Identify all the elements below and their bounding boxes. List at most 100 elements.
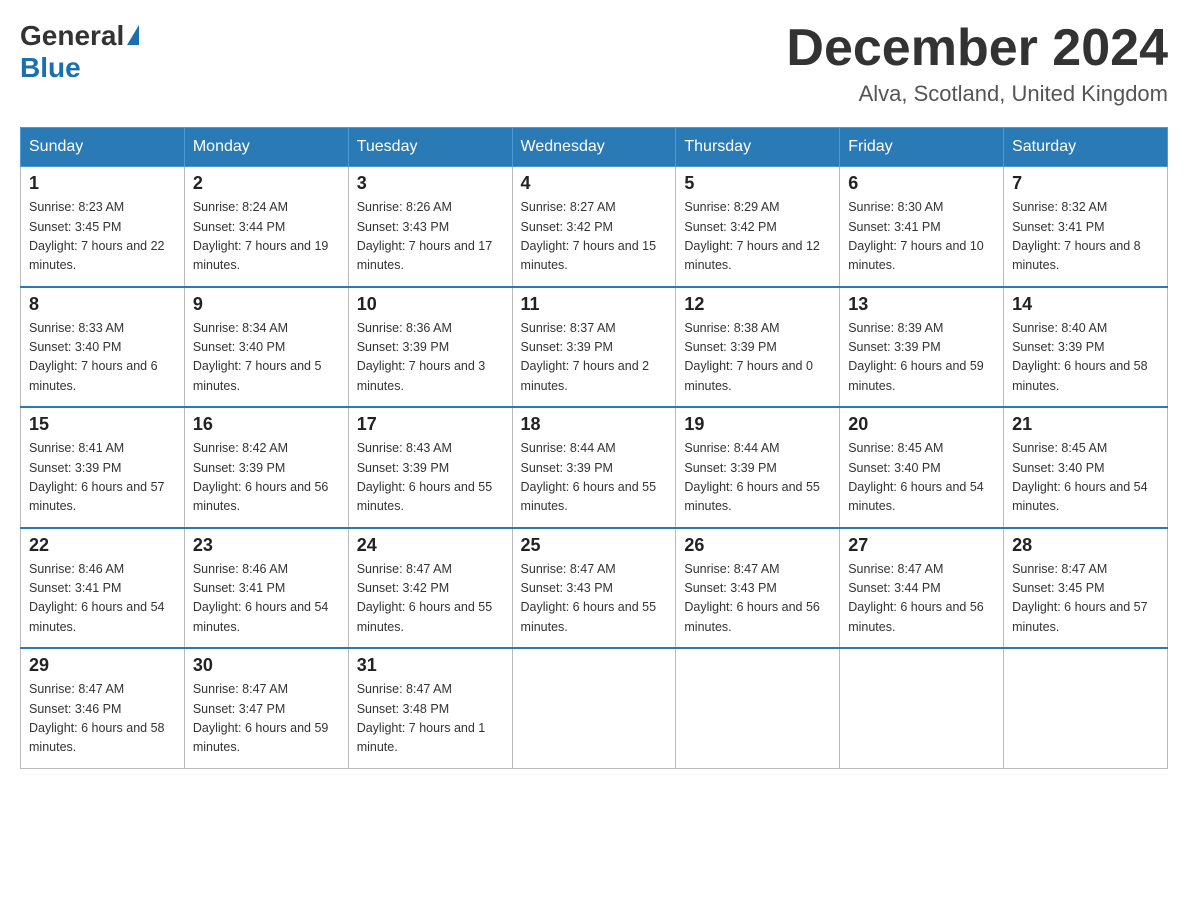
calendar-cell (1004, 648, 1168, 768)
day-info: Sunrise: 8:47 AMSunset: 3:44 PMDaylight:… (848, 562, 984, 634)
calendar-cell: 16 Sunrise: 8:42 AMSunset: 3:39 PMDaylig… (184, 407, 348, 528)
logo-blue-text: Blue (20, 52, 81, 84)
day-number: 29 (29, 655, 176, 676)
weekday-header-tuesday: Tuesday (348, 128, 512, 167)
calendar-cell: 18 Sunrise: 8:44 AMSunset: 3:39 PMDaylig… (512, 407, 676, 528)
calendar-table: SundayMondayTuesdayWednesdayThursdayFrid… (20, 127, 1168, 769)
day-number: 7 (1012, 173, 1159, 194)
calendar-cell (840, 648, 1004, 768)
title-area: December 2024 Alva, Scotland, United Kin… (786, 20, 1168, 107)
calendar-cell: 27 Sunrise: 8:47 AMSunset: 3:44 PMDaylig… (840, 528, 1004, 649)
location-title: Alva, Scotland, United Kingdom (786, 81, 1168, 107)
calendar-cell: 29 Sunrise: 8:47 AMSunset: 3:46 PMDaylig… (21, 648, 185, 768)
calendar-cell: 17 Sunrise: 8:43 AMSunset: 3:39 PMDaylig… (348, 407, 512, 528)
day-info: Sunrise: 8:40 AMSunset: 3:39 PMDaylight:… (1012, 321, 1148, 393)
day-info: Sunrise: 8:47 AMSunset: 3:47 PMDaylight:… (193, 682, 329, 754)
calendar-cell: 9 Sunrise: 8:34 AMSunset: 3:40 PMDayligh… (184, 287, 348, 408)
day-number: 30 (193, 655, 340, 676)
calendar-cell: 5 Sunrise: 8:29 AMSunset: 3:42 PMDayligh… (676, 167, 840, 287)
logo: General Blue (20, 20, 139, 84)
calendar-cell: 13 Sunrise: 8:39 AMSunset: 3:39 PMDaylig… (840, 287, 1004, 408)
calendar-week-row: 1 Sunrise: 8:23 AMSunset: 3:45 PMDayligh… (21, 167, 1168, 287)
calendar-week-row: 22 Sunrise: 8:46 AMSunset: 3:41 PMDaylig… (21, 528, 1168, 649)
calendar-cell: 24 Sunrise: 8:47 AMSunset: 3:42 PMDaylig… (348, 528, 512, 649)
day-number: 16 (193, 414, 340, 435)
day-info: Sunrise: 8:24 AMSunset: 3:44 PMDaylight:… (193, 200, 329, 272)
calendar-cell (676, 648, 840, 768)
weekday-header-sunday: Sunday (21, 128, 185, 167)
day-number: 26 (684, 535, 831, 556)
day-info: Sunrise: 8:27 AMSunset: 3:42 PMDaylight:… (521, 200, 657, 272)
weekday-header-friday: Friday (840, 128, 1004, 167)
day-info: Sunrise: 8:47 AMSunset: 3:43 PMDaylight:… (684, 562, 820, 634)
day-number: 10 (357, 294, 504, 315)
day-info: Sunrise: 8:33 AMSunset: 3:40 PMDaylight:… (29, 321, 158, 393)
day-number: 31 (357, 655, 504, 676)
day-info: Sunrise: 8:47 AMSunset: 3:46 PMDaylight:… (29, 682, 165, 754)
weekday-header-row: SundayMondayTuesdayWednesdayThursdayFrid… (21, 128, 1168, 167)
day-number: 20 (848, 414, 995, 435)
day-number: 24 (357, 535, 504, 556)
day-number: 17 (357, 414, 504, 435)
weekday-header-thursday: Thursday (676, 128, 840, 167)
calendar-cell: 28 Sunrise: 8:47 AMSunset: 3:45 PMDaylig… (1004, 528, 1168, 649)
day-number: 21 (1012, 414, 1159, 435)
day-number: 9 (193, 294, 340, 315)
day-info: Sunrise: 8:32 AMSunset: 3:41 PMDaylight:… (1012, 200, 1141, 272)
calendar-cell (512, 648, 676, 768)
day-number: 14 (1012, 294, 1159, 315)
calendar-cell: 2 Sunrise: 8:24 AMSunset: 3:44 PMDayligh… (184, 167, 348, 287)
logo-blue-part (124, 25, 139, 47)
day-number: 25 (521, 535, 668, 556)
day-info: Sunrise: 8:46 AMSunset: 3:41 PMDaylight:… (29, 562, 165, 634)
calendar-cell: 20 Sunrise: 8:45 AMSunset: 3:40 PMDaylig… (840, 407, 1004, 528)
day-number: 1 (29, 173, 176, 194)
day-info: Sunrise: 8:47 AMSunset: 3:42 PMDaylight:… (357, 562, 493, 634)
weekday-header-wednesday: Wednesday (512, 128, 676, 167)
day-info: Sunrise: 8:29 AMSunset: 3:42 PMDaylight:… (684, 200, 820, 272)
calendar-week-row: 8 Sunrise: 8:33 AMSunset: 3:40 PMDayligh… (21, 287, 1168, 408)
day-number: 11 (521, 294, 668, 315)
weekday-header-monday: Monday (184, 128, 348, 167)
calendar-cell: 31 Sunrise: 8:47 AMSunset: 3:48 PMDaylig… (348, 648, 512, 768)
day-info: Sunrise: 8:38 AMSunset: 3:39 PMDaylight:… (684, 321, 813, 393)
calendar-week-row: 29 Sunrise: 8:47 AMSunset: 3:46 PMDaylig… (21, 648, 1168, 768)
calendar-cell: 11 Sunrise: 8:37 AMSunset: 3:39 PMDaylig… (512, 287, 676, 408)
day-number: 18 (521, 414, 668, 435)
day-info: Sunrise: 8:36 AMSunset: 3:39 PMDaylight:… (357, 321, 486, 393)
calendar-cell: 19 Sunrise: 8:44 AMSunset: 3:39 PMDaylig… (676, 407, 840, 528)
calendar-cell: 15 Sunrise: 8:41 AMSunset: 3:39 PMDaylig… (21, 407, 185, 528)
day-info: Sunrise: 8:41 AMSunset: 3:39 PMDaylight:… (29, 441, 165, 513)
day-number: 12 (684, 294, 831, 315)
day-info: Sunrise: 8:39 AMSunset: 3:39 PMDaylight:… (848, 321, 984, 393)
day-info: Sunrise: 8:44 AMSunset: 3:39 PMDaylight:… (684, 441, 820, 513)
calendar-cell: 22 Sunrise: 8:46 AMSunset: 3:41 PMDaylig… (21, 528, 185, 649)
day-info: Sunrise: 8:45 AMSunset: 3:40 PMDaylight:… (1012, 441, 1148, 513)
day-info: Sunrise: 8:30 AMSunset: 3:41 PMDaylight:… (848, 200, 984, 272)
calendar-cell: 25 Sunrise: 8:47 AMSunset: 3:43 PMDaylig… (512, 528, 676, 649)
day-info: Sunrise: 8:45 AMSunset: 3:40 PMDaylight:… (848, 441, 984, 513)
calendar-week-row: 15 Sunrise: 8:41 AMSunset: 3:39 PMDaylig… (21, 407, 1168, 528)
calendar-cell: 3 Sunrise: 8:26 AMSunset: 3:43 PMDayligh… (348, 167, 512, 287)
day-number: 23 (193, 535, 340, 556)
calendar-cell: 6 Sunrise: 8:30 AMSunset: 3:41 PMDayligh… (840, 167, 1004, 287)
calendar-cell: 7 Sunrise: 8:32 AMSunset: 3:41 PMDayligh… (1004, 167, 1168, 287)
calendar-cell: 12 Sunrise: 8:38 AMSunset: 3:39 PMDaylig… (676, 287, 840, 408)
day-info: Sunrise: 8:34 AMSunset: 3:40 PMDaylight:… (193, 321, 322, 393)
calendar-cell: 4 Sunrise: 8:27 AMSunset: 3:42 PMDayligh… (512, 167, 676, 287)
logo-triangle-icon (127, 25, 139, 45)
calendar-cell: 21 Sunrise: 8:45 AMSunset: 3:40 PMDaylig… (1004, 407, 1168, 528)
page-header: General Blue December 2024 Alva, Scotlan… (20, 20, 1168, 107)
calendar-cell: 14 Sunrise: 8:40 AMSunset: 3:39 PMDaylig… (1004, 287, 1168, 408)
calendar-cell: 1 Sunrise: 8:23 AMSunset: 3:45 PMDayligh… (21, 167, 185, 287)
day-number: 28 (1012, 535, 1159, 556)
day-number: 13 (848, 294, 995, 315)
day-number: 6 (848, 173, 995, 194)
day-info: Sunrise: 8:37 AMSunset: 3:39 PMDaylight:… (521, 321, 650, 393)
day-info: Sunrise: 8:43 AMSunset: 3:39 PMDaylight:… (357, 441, 493, 513)
day-info: Sunrise: 8:47 AMSunset: 3:48 PMDaylight:… (357, 682, 486, 754)
day-info: Sunrise: 8:46 AMSunset: 3:41 PMDaylight:… (193, 562, 329, 634)
calendar-cell: 30 Sunrise: 8:47 AMSunset: 3:47 PMDaylig… (184, 648, 348, 768)
day-number: 4 (521, 173, 668, 194)
calendar-cell: 8 Sunrise: 8:33 AMSunset: 3:40 PMDayligh… (21, 287, 185, 408)
